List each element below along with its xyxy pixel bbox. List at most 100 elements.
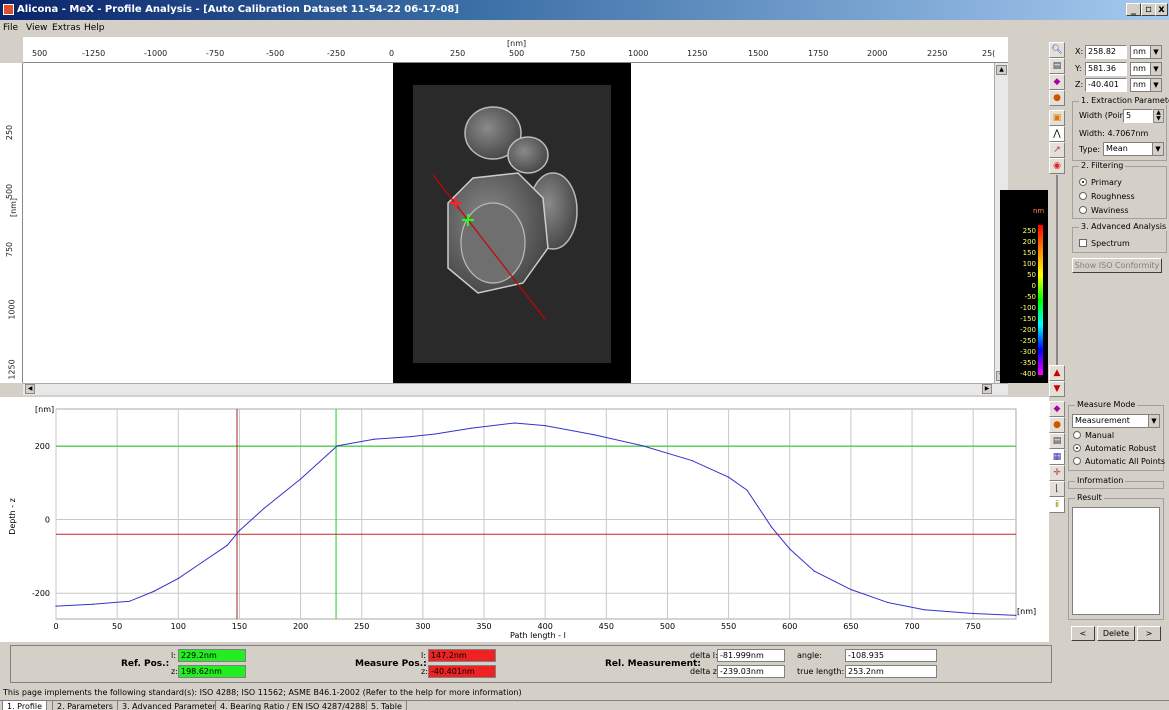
profile-chart[interactable]: 0 50 100 150 200 250 300 350 400 450 500 550 600 650 7… bbox=[0, 397, 1049, 642]
top-ruler: [nm] 500 -1250 -1000 -750 -500 -250 0 250 500 750… bbox=[23, 37, 1008, 63]
type-select[interactable]: Mean ▼ bbox=[1103, 142, 1164, 156]
menu-view[interactable]: View bbox=[26, 23, 47, 33]
profile-line-icon[interactable]: ⋀ bbox=[1049, 126, 1065, 142]
zoom-icon[interactable]: 🔍︎ bbox=[1049, 42, 1065, 58]
result-list[interactable] bbox=[1072, 507, 1160, 615]
width-spinner[interactable]: ▲ ▼ bbox=[1153, 109, 1164, 123]
layers-icon[interactable]: ◆ bbox=[1049, 74, 1065, 90]
menu-bar: File View Extras Help bbox=[0, 20, 1169, 37]
globe-icon[interactable]: ● bbox=[1049, 90, 1065, 106]
x-tick-label: 600 bbox=[782, 622, 797, 631]
next-button[interactable]: > bbox=[1137, 626, 1161, 641]
top-ruler-tick: 500 bbox=[509, 49, 525, 58]
zoom-slider[interactable] bbox=[1056, 175, 1058, 365]
chart-layers-icon[interactable]: ◆ bbox=[1049, 401, 1065, 417]
profile-point bbox=[813, 570, 815, 572]
delete-button[interactable]: Delete bbox=[1097, 626, 1135, 641]
menu-help[interactable]: Help bbox=[84, 23, 105, 33]
delta-z-field[interactable]: -239.03nm bbox=[717, 665, 785, 678]
chart-globe-icon[interactable]: ● bbox=[1049, 417, 1065, 433]
profile-point bbox=[299, 478, 302, 480]
x-unit-select[interactable]: nm ▼ bbox=[1130, 45, 1162, 59]
tab-profile[interactable]: 1. Profile bbox=[2, 701, 48, 710]
target-icon[interactable]: ◉ bbox=[1049, 158, 1065, 174]
tab-table[interactable]: 5. Table bbox=[366, 701, 407, 710]
top-ruler-tick: 750 bbox=[570, 49, 586, 58]
tab-bearing-ratio[interactable]: 4. Bearing Ratio / EN ISO 4287/4288 bbox=[215, 701, 371, 710]
image-view[interactable]: ▲ ▼ bbox=[23, 63, 1008, 383]
color-legend-label: -50 bbox=[1024, 293, 1036, 301]
measure-mode-select[interactable]: Measurement ▼ bbox=[1072, 414, 1160, 428]
menu-extras[interactable]: Extras bbox=[52, 23, 80, 33]
crosshair-icon[interactable]: ✛ bbox=[1049, 465, 1065, 481]
grid-icon[interactable]: ▦ bbox=[1049, 449, 1065, 465]
pin-icon[interactable]: ⅱ bbox=[1049, 497, 1065, 513]
advanced-analysis-group: 3. Advanced Analysis Spectrum bbox=[1072, 222, 1169, 253]
minimize-button[interactable]: _ bbox=[1126, 3, 1141, 16]
restore-button[interactable]: ▫ bbox=[1141, 3, 1156, 16]
y-unit-select[interactable]: nm ▼ bbox=[1130, 62, 1162, 76]
down-arrow-icon[interactable]: ▼ bbox=[1049, 381, 1065, 397]
y-label: Y: bbox=[1075, 64, 1082, 73]
chart-image-icon[interactable]: ▤ bbox=[1049, 433, 1065, 449]
x-tick-label: 100 bbox=[171, 622, 186, 631]
x-tick-label: 700 bbox=[904, 622, 919, 631]
tab-parameters[interactable]: 2. Parameters bbox=[52, 701, 118, 710]
show-iso-conformity-button[interactable]: Show ISO Conformity bbox=[1072, 258, 1162, 273]
filter-waviness-radio[interactable]: Waviness bbox=[1079, 206, 1129, 215]
type-label: Type: bbox=[1079, 145, 1101, 154]
image-tool-icon[interactable]: ▤ bbox=[1049, 58, 1065, 74]
z-coordinate-field[interactable]: -40.401 bbox=[1085, 78, 1127, 92]
delta-l-field[interactable]: -81.999nm bbox=[717, 649, 785, 662]
spectrum-checkbox[interactable]: Spectrum bbox=[1079, 239, 1130, 248]
top-ruler-tick: 1000 bbox=[628, 49, 649, 58]
left-ruler-tick: 1250 bbox=[7, 359, 17, 380]
x-axis-label: Path length - l bbox=[510, 631, 566, 640]
standards-status: This page implements the following stand… bbox=[3, 688, 522, 697]
scroll-left-icon[interactable]: ◀ bbox=[25, 384, 35, 394]
mode-automatic-robust-radio[interactable]: Automatic Robust bbox=[1073, 444, 1156, 453]
information-title: Information bbox=[1075, 476, 1126, 485]
width-points-field[interactable]: 5 bbox=[1123, 109, 1153, 123]
ref-z-field[interactable]: 198.62nm bbox=[178, 665, 246, 678]
y-coordinate-field[interactable]: 581.36 bbox=[1085, 62, 1127, 76]
meas-z-field[interactable]: -40.401nm bbox=[428, 665, 496, 678]
x-tick-label: 650 bbox=[843, 622, 858, 631]
delta-z-label: delta z: bbox=[690, 667, 720, 676]
tab-advanced-parameters[interactable]: 3. Advanced Parameters bbox=[117, 701, 226, 710]
up-arrow-icon[interactable]: ▲ bbox=[1049, 365, 1065, 381]
top-ruler-tick: 500 bbox=[32, 49, 48, 58]
scroll-right-icon[interactable]: ▶ bbox=[982, 384, 992, 394]
left-ruler-tick: 500 bbox=[5, 183, 15, 200]
axis-icon[interactable]: ⌊ bbox=[1049, 481, 1065, 497]
information-group: Information bbox=[1068, 476, 1164, 489]
profile-point bbox=[128, 600, 130, 602]
color-map-icon[interactable]: ▣ bbox=[1049, 110, 1065, 126]
menu-file[interactable]: File bbox=[3, 23, 18, 33]
horizontal-scrollbar[interactable]: ◀ ▶ bbox=[23, 383, 1008, 395]
meas-l-field[interactable]: 147.2nm bbox=[428, 649, 496, 662]
left-ruler-tick: 750 bbox=[5, 241, 15, 258]
profile-point bbox=[691, 459, 693, 462]
color-legend-label: -250 bbox=[1020, 337, 1036, 345]
profile-point bbox=[770, 526, 773, 528]
previous-button[interactable]: < bbox=[1071, 626, 1095, 641]
color-gradient bbox=[1038, 225, 1043, 375]
mode-automatic-all-radio[interactable]: Automatic All Points bbox=[1073, 457, 1165, 466]
true-length-field[interactable]: 253.2nm bbox=[845, 665, 937, 678]
filter-primary-radio[interactable]: Primary bbox=[1079, 178, 1122, 187]
measure-mode-group: Measure Mode Measurement ▼ Manual Automat… bbox=[1068, 400, 1165, 471]
color-legend-label: -150 bbox=[1020, 315, 1036, 323]
angle-field[interactable]: -108.935 bbox=[845, 649, 937, 662]
sem-image[interactable] bbox=[393, 63, 631, 383]
mode-manual-radio[interactable]: Manual bbox=[1073, 431, 1114, 440]
scroll-up-icon[interactable]: ▲ bbox=[996, 65, 1007, 75]
filter-roughness-radio[interactable]: Roughness bbox=[1079, 192, 1135, 201]
x-coordinate-field[interactable]: 258.82 bbox=[1085, 45, 1127, 59]
curve-icon[interactable]: ↗ bbox=[1049, 142, 1065, 158]
left-ruler-tick: 250 bbox=[5, 124, 15, 141]
z-unit-select[interactable]: nm ▼ bbox=[1130, 78, 1162, 92]
ref-l-field[interactable]: 229.2nm bbox=[178, 649, 246, 662]
close-button[interactable]: x bbox=[1155, 3, 1168, 16]
x-tick-label: 450 bbox=[599, 622, 614, 631]
